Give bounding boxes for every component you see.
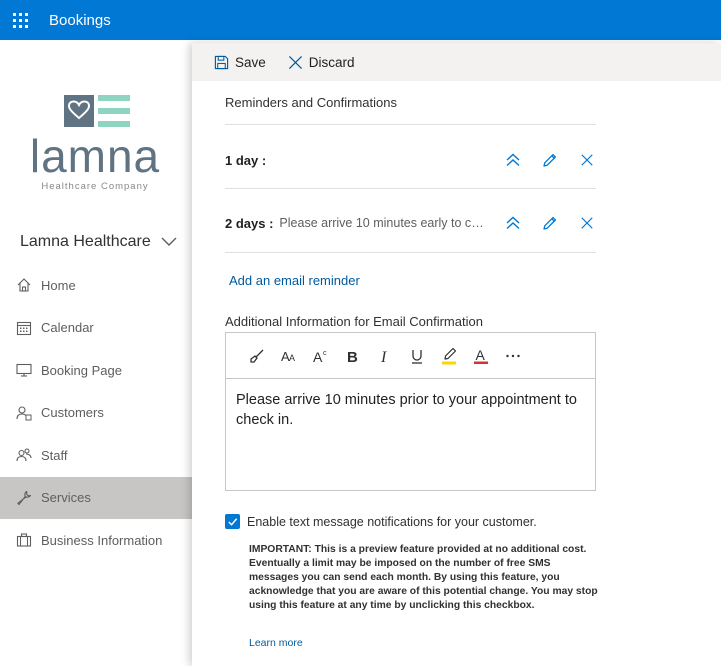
nav-item-label: Home bbox=[41, 277, 76, 293]
checkmark-icon bbox=[228, 518, 238, 526]
app-title[interactable]: Bookings bbox=[49, 12, 111, 29]
nav-item-label: Staff bbox=[41, 447, 68, 463]
reminder-row: 2 days : Please arrive 10 minutes early … bbox=[225, 213, 596, 233]
save-label: Save bbox=[235, 54, 266, 70]
discard-button[interactable]: Discard bbox=[288, 55, 355, 70]
edit-reminder-button[interactable] bbox=[541, 214, 559, 232]
format-painter-button[interactable] bbox=[246, 345, 268, 367]
edit-reminder-button[interactable] bbox=[541, 151, 559, 169]
svg-text:A: A bbox=[313, 349, 323, 364]
editor-toolbar: AA Ac B I A bbox=[226, 333, 595, 379]
nav-item-label: Business Information bbox=[41, 532, 163, 548]
divider bbox=[225, 188, 596, 189]
calendar-icon bbox=[15, 319, 33, 337]
left-nav: lamna Healthcare Company Lamna Healthcar… bbox=[0, 40, 192, 666]
app-launcher-button[interactable] bbox=[0, 0, 40, 40]
nav-item-home[interactable]: Home bbox=[0, 264, 192, 307]
pencil-icon bbox=[543, 216, 557, 230]
collapse-up-button[interactable] bbox=[504, 151, 522, 169]
nav-item-customers[interactable]: Customers bbox=[0, 392, 192, 435]
italic-icon: I bbox=[380, 349, 387, 364]
double-chevron-up-icon bbox=[506, 153, 520, 167]
nav-item-business-information[interactable]: Business Information bbox=[0, 519, 192, 562]
waffle-icon bbox=[12, 12, 28, 28]
reminder-row: 1 day : bbox=[225, 150, 596, 170]
bold-button[interactable]: B bbox=[342, 345, 364, 367]
svg-text:A: A bbox=[289, 353, 295, 363]
ellipsis-icon bbox=[506, 354, 520, 357]
nav-item-label: Calendar bbox=[41, 320, 94, 336]
font-color-icon: A bbox=[474, 347, 488, 364]
add-email-reminder-link[interactable]: Add an email reminder bbox=[229, 273, 360, 288]
home-icon bbox=[15, 276, 33, 294]
nav-item-services[interactable]: Services bbox=[0, 476, 192, 519]
reminder-text: Please arrive 10 minutes early to comple… bbox=[279, 216, 489, 230]
sms-checkbox[interactable] bbox=[225, 514, 240, 529]
company-logo: lamna Healthcare Company bbox=[22, 95, 172, 195]
pencil-icon bbox=[543, 153, 557, 167]
svg-text:B: B bbox=[347, 349, 358, 364]
save-button[interactable]: Save bbox=[214, 55, 266, 70]
editor-content[interactable]: Please arrive 10 minutes prior to your a… bbox=[226, 379, 595, 441]
change-case-button[interactable]: Ac bbox=[310, 345, 332, 367]
font-size-icon: AA bbox=[281, 349, 295, 364]
tenant-switcher[interactable]: Lamna Healthcare bbox=[20, 233, 177, 251]
double-chevron-up-icon bbox=[506, 216, 520, 230]
italic-button[interactable]: I bbox=[374, 345, 396, 367]
monitor-icon bbox=[15, 361, 33, 379]
nav-list: Home Calendar Booking Page Customers Sta… bbox=[0, 264, 192, 562]
reminder-label: 1 day : bbox=[225, 152, 267, 168]
wrench-icon bbox=[15, 489, 33, 507]
customers-icon bbox=[15, 404, 33, 422]
chevron-down-icon bbox=[161, 237, 177, 246]
nav-item-label: Booking Page bbox=[41, 362, 122, 378]
confirmation-label: Additional Information for Email Confirm… bbox=[225, 314, 483, 329]
sms-important-notice: IMPORTANT: This is a preview feature pro… bbox=[249, 544, 598, 611]
logo-wordmark: lamna bbox=[30, 130, 160, 182]
briefcase-icon bbox=[15, 531, 33, 549]
logo-tagline: Healthcare Company bbox=[41, 181, 148, 192]
divider bbox=[225, 252, 596, 253]
sms-label[interactable]: Enable text message notifications for yo… bbox=[247, 515, 537, 529]
collapse-up-button[interactable] bbox=[504, 214, 522, 232]
svg-text:c: c bbox=[323, 350, 327, 357]
delete-reminder-button[interactable] bbox=[578, 151, 596, 169]
paintbrush-icon bbox=[250, 349, 264, 363]
more-options-button[interactable] bbox=[502, 345, 524, 367]
top-bar: Bookings bbox=[0, 0, 721, 40]
svg-text:A: A bbox=[476, 347, 486, 363]
font-color-button[interactable]: A bbox=[470, 345, 492, 367]
font-size-button[interactable]: AA bbox=[278, 345, 300, 367]
close-icon bbox=[581, 217, 593, 229]
reminders-title: Reminders and Confirmations bbox=[225, 95, 397, 110]
service-edit-panel: Save Discard Reminders and Confirmations… bbox=[192, 43, 721, 666]
nav-item-staff[interactable]: Staff bbox=[0, 434, 192, 477]
tenant-name: Lamna Healthcare bbox=[20, 233, 151, 250]
delete-reminder-button[interactable] bbox=[578, 214, 596, 232]
divider bbox=[225, 124, 596, 125]
staff-icon bbox=[15, 446, 33, 464]
underline-icon bbox=[412, 349, 422, 364]
learn-more-link[interactable]: Learn more bbox=[249, 637, 303, 649]
bold-icon: B bbox=[347, 349, 358, 364]
discard-label: Discard bbox=[308, 54, 355, 70]
command-bar: Save Discard bbox=[192, 43, 721, 81]
highlighter-icon bbox=[442, 347, 457, 364]
reminder-label: 2 days : bbox=[225, 215, 274, 231]
nav-item-label: Services bbox=[41, 490, 91, 506]
svg-text:I: I bbox=[380, 349, 387, 364]
underline-button[interactable] bbox=[406, 345, 428, 367]
nav-item-calendar[interactable]: Calendar bbox=[0, 307, 192, 350]
nav-item-booking-page[interactable]: Booking Page bbox=[0, 349, 192, 392]
rich-text-editor: AA Ac B I A Please arrive 10 minutes pri… bbox=[225, 332, 596, 491]
text-case-icon: Ac bbox=[313, 349, 327, 364]
close-icon bbox=[581, 154, 593, 166]
highlight-button[interactable] bbox=[438, 345, 460, 367]
sms-notification-option: Enable text message notifications for yo… bbox=[225, 514, 537, 529]
save-icon bbox=[214, 55, 229, 69]
close-icon bbox=[288, 55, 302, 69]
nav-item-label: Customers bbox=[41, 405, 104, 421]
